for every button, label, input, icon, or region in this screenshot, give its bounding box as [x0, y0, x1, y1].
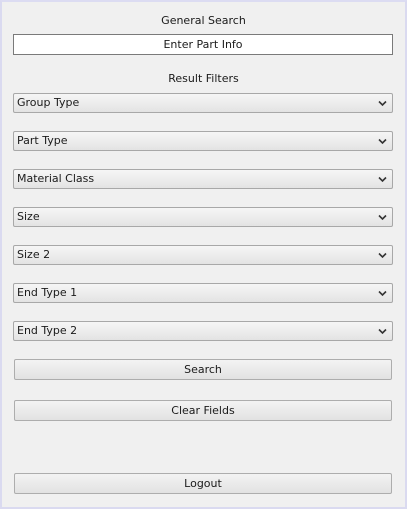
end-type-2-dropdown[interactable]: End Type 2	[13, 321, 393, 341]
general-search-title: General Search	[161, 14, 246, 27]
part-type-dropdown[interactable]: Part Type	[13, 131, 393, 151]
chevron-down-icon	[378, 138, 387, 145]
chevron-down-icon	[378, 100, 387, 107]
material-class-dropdown[interactable]: Material Class	[13, 169, 393, 189]
size-2-dropdown[interactable]: Size 2	[13, 245, 393, 265]
result-filters-title: Result Filters	[168, 72, 239, 85]
search-button[interactable]: Search	[14, 359, 392, 380]
end-type-2-dropdown-value: End Type 2	[17, 324, 78, 337]
chevron-down-icon	[378, 252, 387, 259]
group-type-dropdown-value: Group Type	[17, 96, 80, 109]
size-dropdown[interactable]: Size	[13, 207, 393, 227]
size-2-dropdown-value: Size 2	[17, 248, 51, 261]
part-info-input[interactable]	[13, 34, 393, 55]
material-class-dropdown-value: Material Class	[17, 172, 95, 185]
chevron-down-icon	[378, 290, 387, 297]
chevron-down-icon	[378, 328, 387, 335]
chevron-down-icon	[378, 176, 387, 183]
search-window: General Search Result Filters Group Type…	[0, 0, 407, 509]
size-dropdown-value: Size	[17, 210, 40, 223]
end-type-1-dropdown-value: End Type 1	[17, 286, 78, 299]
logout-button[interactable]: Logout	[14, 473, 392, 494]
end-type-1-dropdown[interactable]: End Type 1	[13, 283, 393, 303]
chevron-down-icon	[378, 214, 387, 221]
part-type-dropdown-value: Part Type	[17, 134, 68, 147]
group-type-dropdown[interactable]: Group Type	[13, 93, 393, 113]
clear-fields-button[interactable]: Clear Fields	[14, 400, 392, 421]
